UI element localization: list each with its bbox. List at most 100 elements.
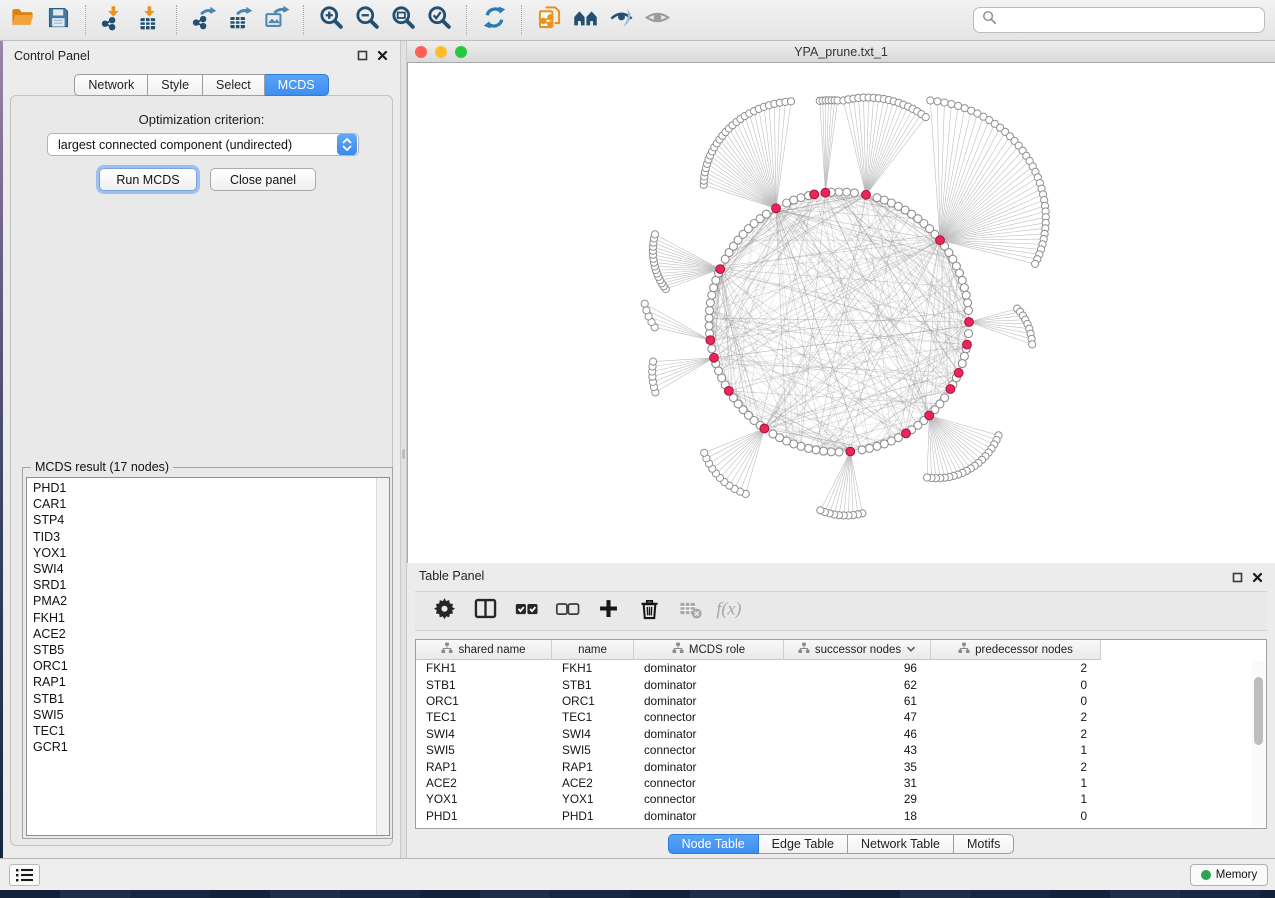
zoom-in-button[interactable] <box>313 3 349 37</box>
zoom-selected-button[interactable] <box>421 3 457 37</box>
table-row[interactable]: SWI4SWI4dominator462 <box>416 726 1266 742</box>
network-window-title: YPA_prune.txt_1 <box>407 45 1275 59</box>
mcds-result-item[interactable]: ORC1 <box>27 658 389 674</box>
search-box[interactable] <box>973 7 1265 33</box>
tab-network-table[interactable]: Network Table <box>848 834 954 854</box>
table-settings-icon <box>431 595 458 627</box>
column-header-successor-nodes[interactable]: successor nodes <box>784 640 931 660</box>
criterion-value: largest connected component (undirected) <box>48 138 337 152</box>
table-cell: ORC1 <box>552 694 634 708</box>
column-header-name[interactable]: name <box>552 640 634 660</box>
panel-splitter[interactable] <box>400 41 407 858</box>
table-row[interactable]: SWI5SWI5connector431 <box>416 742 1266 758</box>
table-cell: TEC1 <box>416 710 552 724</box>
hide-details-button[interactable] <box>603 3 639 37</box>
deselect-all-rows-button[interactable] <box>554 598 580 624</box>
add-column-button[interactable] <box>595 598 621 624</box>
table-row[interactable]: STB1STB1dominator620 <box>416 676 1266 692</box>
mcds-result-item[interactable]: ACE2 <box>27 626 389 642</box>
table-cell: YOX1 <box>552 792 634 806</box>
show-details-icon <box>644 4 671 36</box>
mcds-result-item[interactable]: SWI5 <box>27 707 389 723</box>
table-row[interactable]: TEC1TEC1connector472 <box>416 709 1266 725</box>
table-cell: STB1 <box>552 678 634 692</box>
mcds-result-item[interactable]: TID3 <box>27 529 389 545</box>
table-cell: 46 <box>784 727 931 741</box>
mcds-list-scrollbar[interactable] <box>376 478 389 835</box>
table-row[interactable]: ORC1ORC1dominator610 <box>416 693 1266 709</box>
mcds-result-item[interactable]: FKH1 <box>27 610 389 626</box>
zoom-fit-button[interactable] <box>385 3 421 37</box>
mcds-result-item[interactable]: PMA2 <box>27 593 389 609</box>
mcds-result-item[interactable]: STB1 <box>27 691 389 707</box>
column-view-button[interactable] <box>472 598 498 624</box>
zoom-out-button[interactable] <box>349 3 385 37</box>
status-bar: Memory <box>0 858 1275 890</box>
mcds-result-item[interactable]: STP4 <box>27 512 389 528</box>
column-header-predecessor-nodes[interactable]: predecessor nodes <box>931 640 1101 660</box>
table-settings-button[interactable] <box>431 598 457 624</box>
import-network-button[interactable] <box>95 3 131 37</box>
binoculars-button[interactable] <box>567 3 603 37</box>
mcds-result-item[interactable]: CAR1 <box>27 496 389 512</box>
network-view-window: YPA_prune.txt_1 <box>407 41 1275 563</box>
mcds-result-item[interactable]: SRD1 <box>27 577 389 593</box>
table-row[interactable]: ACE2ACE2connector311 <box>416 775 1266 791</box>
tab-node-table[interactable]: Node Table <box>668 834 759 854</box>
show-details-button[interactable] <box>639 3 675 37</box>
open-file-button[interactable] <box>4 3 40 37</box>
column-header-MCDS-role[interactable]: MCDS role <box>634 640 784 660</box>
tab-select[interactable]: Select <box>203 74 265 96</box>
clone-network-button[interactable] <box>531 3 567 37</box>
float-window-icon[interactable] <box>354 47 370 63</box>
export-image-button[interactable] <box>258 3 294 37</box>
table-cell: dominator <box>634 760 784 774</box>
close-table-panel-icon[interactable] <box>1249 569 1265 585</box>
table-row[interactable]: FKH1FKH1dominator962 <box>416 660 1266 676</box>
save-button[interactable] <box>40 3 76 37</box>
panel-menu-button[interactable] <box>9 864 40 886</box>
table-row[interactable]: PHD1PHD1dominator180 <box>416 808 1266 824</box>
table-cell: PHD1 <box>552 809 634 823</box>
delete-column-button[interactable] <box>636 598 662 624</box>
tab-motifs[interactable]: Motifs <box>954 834 1014 854</box>
zoom-out-icon <box>354 4 381 36</box>
memory-button[interactable]: Memory <box>1190 864 1268 886</box>
select-all-rows-button[interactable] <box>513 598 539 624</box>
mcds-result-item[interactable]: PHD1 <box>27 480 389 496</box>
run-mcds-button[interactable]: Run MCDS <box>99 168 197 191</box>
table-cell: 1 <box>931 743 1101 757</box>
table-row[interactable]: RAP1RAP1dominator352 <box>416 758 1266 774</box>
table-cell: 47 <box>784 710 931 724</box>
table-row[interactable]: YOX1YOX1connector291 <box>416 791 1266 807</box>
export-network-button[interactable] <box>186 3 222 37</box>
tab-mcds[interactable]: MCDS <box>265 74 329 96</box>
mcds-result-item[interactable]: SWI4 <box>27 561 389 577</box>
table-cell: 2 <box>931 710 1101 724</box>
close-panel-button[interactable]: Close panel <box>210 168 316 191</box>
optimization-criterion-select[interactable]: largest connected component (undirected) <box>47 133 359 156</box>
mcds-result-item[interactable]: STB5 <box>27 642 389 658</box>
mcds-result-item[interactable]: TEC1 <box>27 723 389 739</box>
import-table-button[interactable] <box>131 3 167 37</box>
splitter-grip-icon <box>402 449 405 459</box>
mcds-result-list[interactable]: PHD1CAR1STP4TID3YOX1SWI4SRD1PMA2FKH1ACE2… <box>26 477 390 836</box>
mcds-result-item[interactable]: RAP1 <box>27 674 389 690</box>
refresh-button[interactable] <box>476 3 512 37</box>
tree-icon <box>441 642 453 657</box>
tab-edge-table[interactable]: Edge Table <box>759 834 848 854</box>
export-table-button[interactable] <box>222 3 258 37</box>
float-table-panel-icon[interactable] <box>1229 569 1245 585</box>
mcds-result-item[interactable]: YOX1 <box>27 545 389 561</box>
toolbar-separator <box>521 5 522 35</box>
close-panel-icon[interactable] <box>374 47 390 63</box>
mcds-result-item[interactable]: GCR1 <box>27 739 389 755</box>
search-input[interactable] <box>1002 10 1264 30</box>
table-vertical-scrollbar[interactable] <box>1252 661 1265 827</box>
tab-style[interactable]: Style <box>148 74 203 96</box>
tab-network[interactable]: Network <box>74 74 148 96</box>
scrollbar-thumb[interactable] <box>1254 677 1263 745</box>
column-header-shared-name[interactable]: shared name <box>416 640 552 660</box>
network-canvas[interactable] <box>407 63 1275 563</box>
network-window-titlebar[interactable]: YPA_prune.txt_1 <box>407 41 1275 63</box>
